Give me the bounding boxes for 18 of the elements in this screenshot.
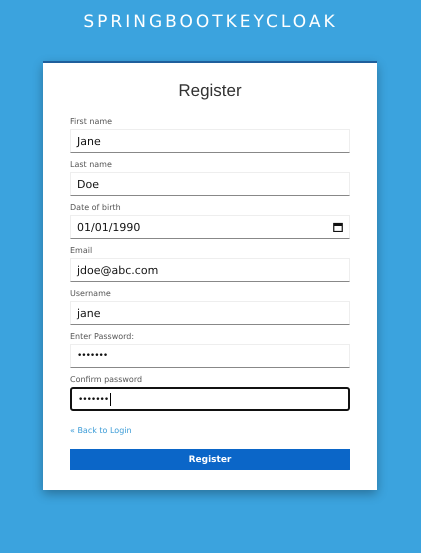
field-label: Date of birth [70, 203, 122, 212]
password-field[interactable]: ••••••• [70, 344, 350, 368]
field-label: Confirm password [70, 375, 144, 384]
field-label: Enter Password: [70, 332, 136, 341]
register-button[interactable]: Register [70, 449, 350, 470]
field-label: First name [70, 117, 114, 126]
input-field[interactable]: Doe [70, 172, 350, 196]
date-field[interactable]: 01/01/1990 [70, 215, 350, 239]
form-title: Register [177, 81, 243, 101]
password-field[interactable]: ••••••• [70, 387, 350, 411]
field-label: Email [70, 246, 94, 255]
input-field[interactable]: Jane [70, 129, 350, 153]
field-label: Username [70, 289, 112, 298]
field-label: Last name [70, 160, 113, 169]
input-field[interactable]: jane [70, 301, 350, 325]
brand-title: SPRINGBOOTKEYCLOAK [82, 11, 339, 34]
input-field[interactable]: jdoe@abc.com [70, 258, 350, 282]
calendar-icon[interactable] [333, 222, 343, 232]
